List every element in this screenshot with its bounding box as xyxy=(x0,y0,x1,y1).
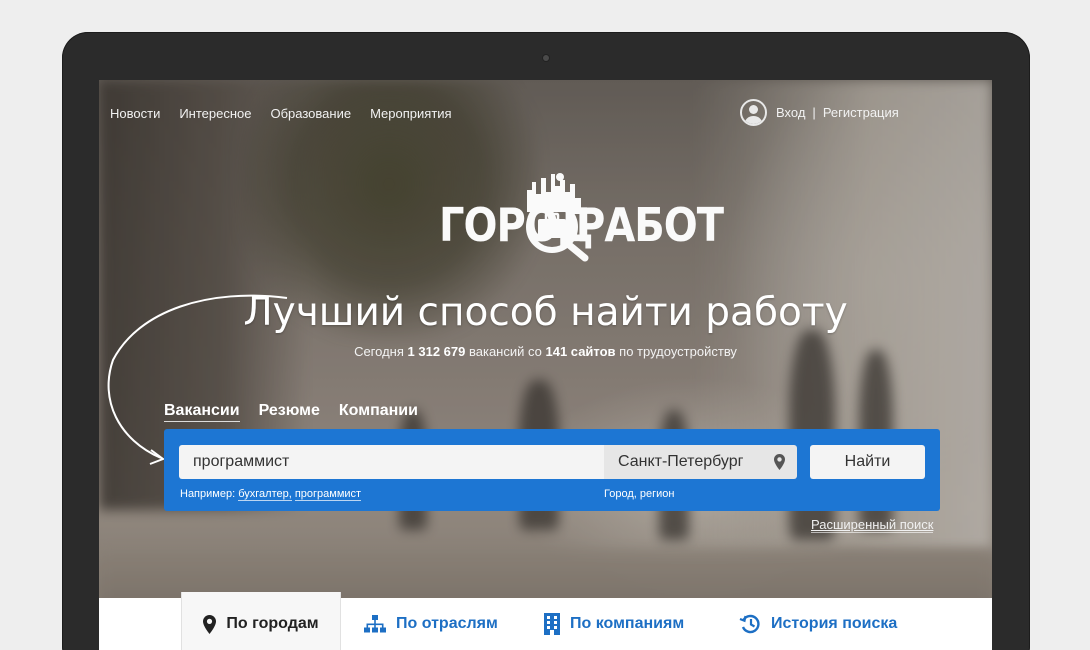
tab-vacancies[interactable]: Вакансии xyxy=(164,402,240,422)
camera-dot xyxy=(543,55,549,61)
search-button[interactable]: Найти xyxy=(810,445,925,479)
browse-tab-cities[interactable]: По городам xyxy=(181,592,341,650)
location-pin-icon xyxy=(774,454,785,470)
hint-example-accountant[interactable]: бухгалтер, xyxy=(238,488,292,501)
map-pin-icon xyxy=(203,614,217,634)
tab-companies[interactable]: Компании xyxy=(339,402,418,422)
nav-link-events[interactable]: Мероприятия xyxy=(370,106,452,121)
logo-word-left: ГОРОД xyxy=(439,199,593,253)
site-logo[interactable]: ГОРОД РАБОТ xyxy=(439,172,724,268)
search-panel: Санкт-Петербург Найти Например: бухгалте… xyxy=(164,429,940,511)
hint-example-programmer[interactable]: программист xyxy=(294,488,362,501)
browse-tab-industries[interactable]: По отраслям xyxy=(364,598,498,650)
login-link[interactable]: Вход xyxy=(776,105,805,120)
nav-link-education[interactable]: Образование xyxy=(271,106,352,121)
vacancy-count: 1 312 679 xyxy=(407,344,466,359)
nav-link-news[interactable]: Новости xyxy=(110,106,160,121)
browse-tab-label: По городам xyxy=(226,615,319,632)
search-type-tabs: Вакансии Резюме Компании xyxy=(164,402,418,422)
search-query-input[interactable] xyxy=(179,445,604,479)
city-hint: Город, регион xyxy=(604,488,675,500)
screen: Новости Интересное Образование Мероприят… xyxy=(99,80,992,650)
tab-resumes[interactable]: Резюме xyxy=(259,402,320,422)
browse-tabs-bar: По городам По отраслям По компаниям Исто… xyxy=(99,592,992,650)
top-nav: Новости Интересное Образование Мероприят… xyxy=(110,106,452,121)
stats-suffix: по трудоустройству xyxy=(619,344,737,359)
user-avatar-icon[interactable] xyxy=(740,99,767,126)
building-icon xyxy=(544,613,560,635)
advanced-search-link[interactable]: Расширенный поиск xyxy=(811,517,934,533)
hint-prefix: Например: xyxy=(180,488,236,500)
stats-middle: вакансий со xyxy=(468,344,542,359)
nav-link-interesting[interactable]: Интересное xyxy=(179,106,251,121)
browse-tab-history[interactable]: История поиска xyxy=(739,598,897,650)
browse-tab-label: По компаниям xyxy=(570,615,685,632)
history-icon xyxy=(739,614,760,634)
city-field[interactable]: Санкт-Петербург xyxy=(604,445,797,479)
auth-separator: | xyxy=(812,105,816,120)
browse-tab-companies[interactable]: По компаниям xyxy=(544,598,684,650)
browse-tab-label: История поиска xyxy=(771,615,898,632)
browse-tab-label: По отраслям xyxy=(396,615,498,632)
logo-word-right: РАБОТ xyxy=(576,199,724,253)
stats-prefix: Сегодня xyxy=(354,344,404,359)
hierarchy-icon xyxy=(364,615,386,633)
query-hint: Например: бухгалтер, программист xyxy=(180,488,362,501)
auth-links: Вход | Регистрация xyxy=(740,99,899,126)
register-link[interactable]: Регистрация xyxy=(823,105,899,120)
city-value: Санкт-Петербург xyxy=(618,453,744,470)
site-count: 141 сайтов xyxy=(545,344,616,359)
